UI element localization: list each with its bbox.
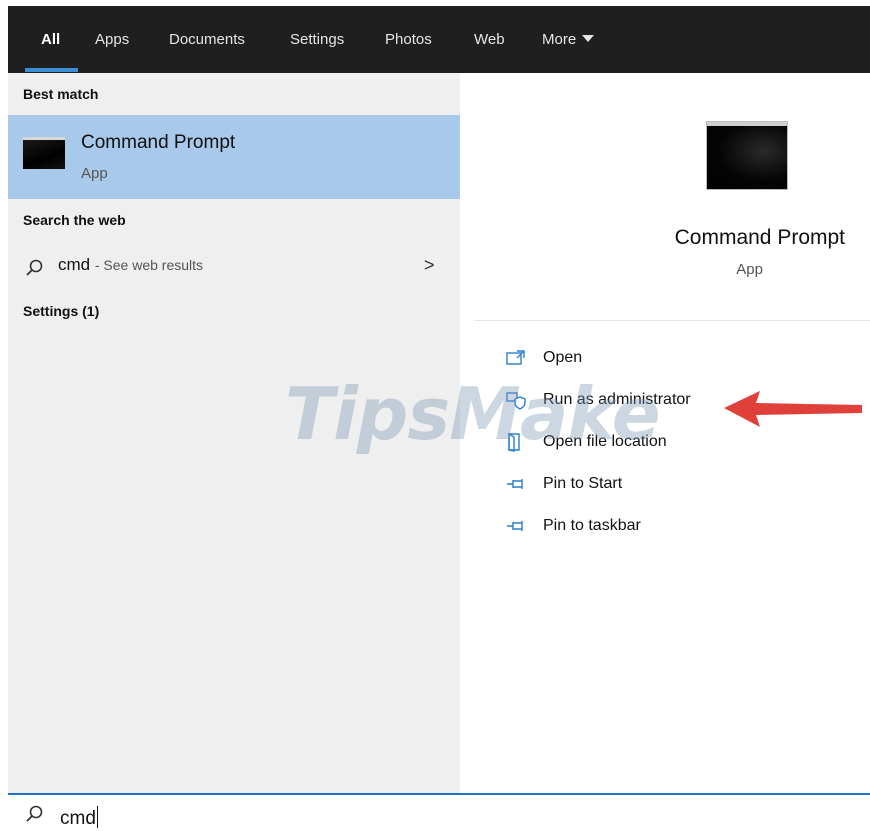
search-icon [26,805,43,822]
results-pane: Best match Command Prompt App Search the… [8,73,460,793]
action-open[interactable]: Open [505,346,805,372]
tab-more-label: More [542,31,577,48]
caret-down-icon [582,35,595,42]
web-results-hint: - See web results [94,257,204,273]
tab-all[interactable]: All [41,30,60,50]
search-box[interactable]: cmd [8,793,870,831]
action-open-file-location-label: Open file location [543,433,667,450]
tab-apps[interactable]: Apps [95,30,129,50]
pin-icon [507,521,523,531]
best-match-title: Command Prompt [81,132,236,153]
tab-settings[interactable]: Settings [290,30,344,50]
preview-title: Command Prompt [674,226,845,249]
file-location-icon [508,432,520,452]
shield-icon [506,392,526,410]
tab-more[interactable]: More [542,30,595,50]
open-icon [506,350,525,365]
settings-header[interactable]: Settings (1) [23,303,99,319]
search-filter-bar: All Apps Documents Settings Photos Web M… [8,6,870,73]
tab-web[interactable]: Web [474,30,505,50]
command-prompt-icon [23,137,65,169]
preview-header: Command Prompt App [475,89,870,321]
action-pin-to-taskbar[interactable]: Pin to taskbar [505,514,805,540]
preview-subtitle: App [736,261,763,278]
chevron-right-icon[interactable]: > [424,255,435,276]
search-icon [26,259,43,276]
best-match-subtitle: App [81,165,108,182]
preview-pane: Command Prompt App Open Run as administr… [475,89,870,793]
web-query: cmd [58,255,91,274]
tab-documents[interactable]: Documents [169,30,245,50]
command-prompt-large-icon [707,122,787,189]
text-cursor [96,806,98,828]
search-web-header: Search the web [23,212,126,228]
search-value: cmd [60,808,96,829]
action-pin-to-start-label: Pin to Start [543,475,623,492]
action-open-label: Open [543,349,583,366]
best-match-result[interactable]: Command Prompt App [8,115,460,199]
pin-icon [507,479,523,489]
best-match-header: Best match [23,86,99,102]
divider [475,320,870,321]
action-open-file-location[interactable]: Open file location [505,430,805,456]
action-pin-to-start[interactable]: Pin to Start [505,472,805,498]
web-search-result[interactable]: cmd - See web results > [8,251,460,285]
action-run-as-administrator-label: Run as administrator [543,391,691,408]
tab-photos[interactable]: Photos [385,30,432,50]
web-query-text: cmd - See web results [58,255,203,275]
active-tab-indicator [25,68,78,72]
annotation-arrow-icon [724,391,862,427]
action-pin-to-taskbar-label: Pin to taskbar [543,517,641,534]
search-input[interactable]: cmd [60,806,98,830]
